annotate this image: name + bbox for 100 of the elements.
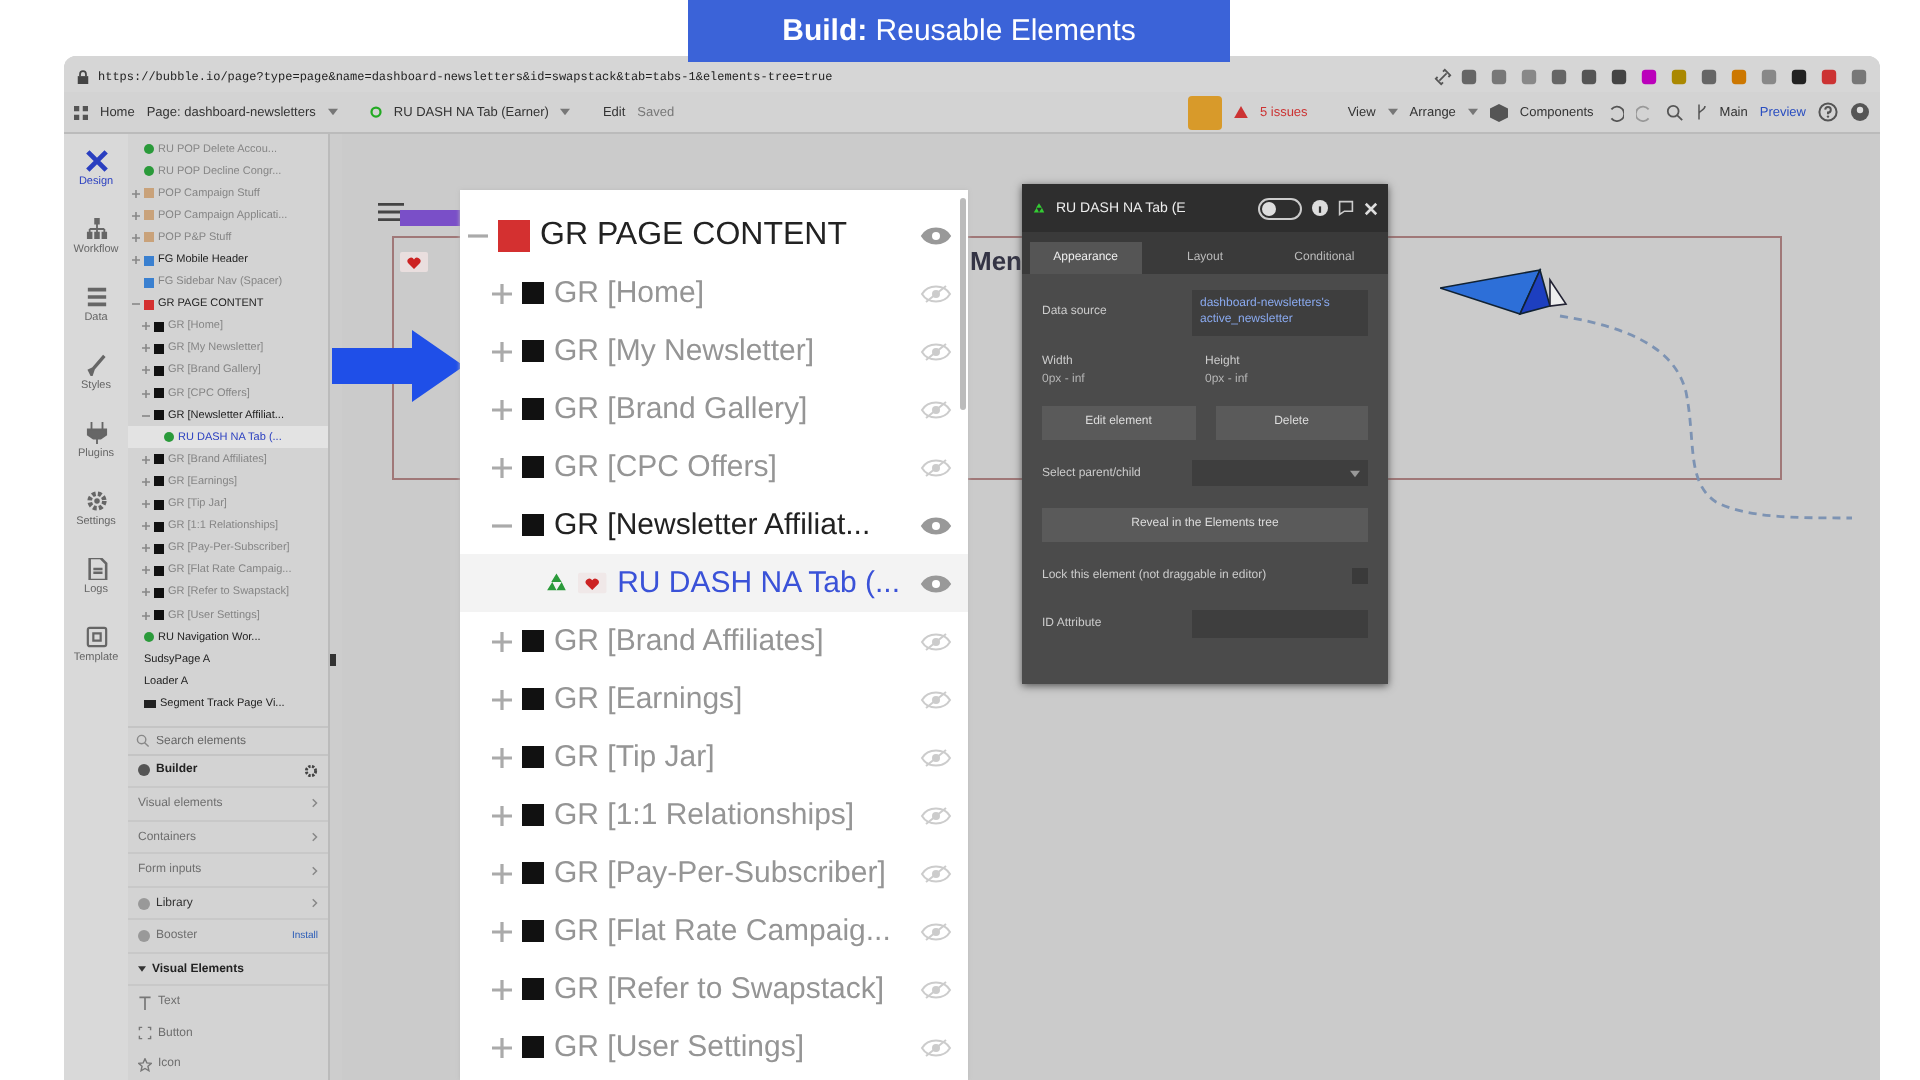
parent-child-dropdown[interactable] — [1192, 460, 1368, 487]
help-icon[interactable] — [1818, 102, 1838, 122]
canvas-heading: Men — [970, 246, 1022, 276]
square-icon — [144, 277, 154, 288]
circle-icon — [138, 930, 150, 943]
square-icon — [154, 343, 164, 354]
tree-item[interactable]: GR [Flat Rate Campaig... — [554, 914, 891, 948]
expand-icon[interactable] — [492, 399, 512, 419]
eye-icon[interactable] — [920, 573, 952, 593]
expand-icon[interactable] — [132, 189, 140, 198]
expand-icon[interactable] — [142, 544, 150, 553]
expand-icon[interactable] — [142, 477, 150, 486]
eye-icon[interactable] — [920, 515, 952, 535]
eye-slash-icon[interactable] — [920, 805, 952, 825]
grid-icon[interactable] — [74, 105, 88, 119]
expand-icon[interactable] — [142, 588, 150, 597]
tree-item[interactable]: GR PAGE CONTENT — [540, 217, 847, 253]
expand-icon[interactable] — [492, 863, 512, 883]
tree-item[interactable]: GR [1:1 Relationships] — [554, 798, 855, 832]
tree-item[interactable]: GR [Brand Affiliates] — [554, 624, 824, 658]
tree-item[interactable]: GR [Earnings] — [554, 682, 743, 716]
tree-item[interactable]: GR [Refer to Swapstack] — [554, 972, 885, 1006]
toggle-switch[interactable] — [1258, 197, 1302, 219]
expand-icon[interactable] — [142, 322, 150, 331]
expand-icon[interactable] — [142, 611, 150, 620]
button-icon — [138, 1026, 152, 1041]
square-icon — [522, 630, 544, 652]
eye-slash-icon[interactable] — [920, 1037, 952, 1057]
gear-icon[interactable] — [304, 763, 318, 778]
expand-icon[interactable] — [492, 631, 512, 651]
eye-slash-icon[interactable] — [920, 341, 952, 361]
eye-slash-icon[interactable] — [920, 863, 952, 883]
expand-icon[interactable] — [142, 344, 150, 353]
square-icon — [154, 388, 164, 399]
eye-icon[interactable] — [920, 225, 952, 245]
expand-icon[interactable] — [132, 211, 140, 220]
expand-icon[interactable] — [492, 457, 512, 477]
caret-icon[interactable] — [138, 966, 146, 973]
square-icon — [522, 688, 544, 710]
expand-icon[interactable] — [132, 256, 140, 265]
recycle-icon — [1032, 201, 1046, 215]
search-icon — [136, 734, 150, 749]
eye-slash-icon[interactable] — [920, 283, 952, 303]
circle-icon — [138, 897, 150, 910]
square-icon — [522, 340, 544, 362]
expand-icon[interactable] — [142, 522, 150, 531]
square-icon — [144, 188, 154, 199]
expand-icon[interactable] — [492, 283, 512, 303]
expand-icon[interactable] — [142, 366, 150, 375]
lock-icon — [76, 70, 90, 84]
arrow-icon — [332, 330, 464, 402]
tree-item[interactable]: GR [Newsletter Affiliat... — [554, 508, 871, 542]
expand-icon[interactable] — [142, 500, 150, 509]
avatar-icon[interactable] — [1850, 102, 1870, 122]
document-icon — [85, 557, 107, 579]
eye-slash-icon[interactable] — [920, 457, 952, 477]
tree-item[interactable]: GR [Pay-Per-Subscriber] — [554, 856, 886, 890]
eye-slash-icon[interactable] — [920, 979, 952, 999]
eye-slash-icon[interactable] — [920, 631, 952, 651]
cross-icon — [85, 149, 107, 171]
chevron-icon[interactable] — [312, 898, 318, 909]
expand-icon[interactable] — [132, 233, 140, 242]
close-icon[interactable] — [1364, 201, 1378, 215]
expand-icon[interactable] — [142, 566, 150, 575]
eye-slash-icon[interactable] — [920, 921, 952, 941]
tree-item[interactable]: GR [Home] — [554, 276, 705, 310]
info-icon[interactable] — [1312, 200, 1328, 216]
plug-icon — [85, 421, 107, 443]
expand-icon[interactable] — [492, 921, 512, 941]
square-icon — [522, 920, 544, 942]
expand-icon[interactable] — [492, 747, 512, 767]
link-icon[interactable] — [1434, 68, 1452, 86]
redo-icon[interactable] — [1635, 103, 1654, 121]
chevron-icon[interactable] — [312, 798, 318, 809]
tree-item[interactable]: GR [Brand Gallery] — [554, 392, 808, 426]
undo-icon[interactable] — [1605, 103, 1624, 121]
template-icon — [85, 625, 107, 647]
expand-icon[interactable] — [492, 805, 512, 825]
expand-icon[interactable] — [142, 455, 150, 464]
eye-slash-icon[interactable] — [920, 747, 952, 767]
search-icon[interactable] — [1665, 103, 1684, 121]
comment-icon[interactable] — [1338, 200, 1354, 216]
chevron-icon[interactable] — [312, 832, 318, 842]
square-icon — [154, 610, 164, 621]
expand-icon[interactable] — [492, 979, 512, 999]
chevron-icon[interactable] — [312, 865, 318, 876]
eye-slash-icon[interactable] — [920, 399, 952, 419]
expand-icon[interactable] — [142, 389, 150, 398]
eye-slash-icon[interactable] — [920, 689, 952, 709]
tree-item[interactable]: GR [Tip Jar] — [554, 740, 715, 774]
expand-icon[interactable] — [492, 341, 512, 361]
star-icon — [138, 1057, 152, 1072]
expand-icon[interactable] — [492, 689, 512, 709]
square-icon — [522, 456, 544, 478]
expand-icon[interactable] — [492, 1037, 512, 1057]
gift-icon[interactable] — [1187, 95, 1222, 129]
square-icon — [154, 543, 164, 554]
tree-item[interactable]: GR [CPC Offers] — [554, 450, 777, 484]
tree-item[interactable]: GR [My Newsletter] — [554, 334, 815, 368]
tree-item[interactable]: GR [User Settings] — [554, 1030, 805, 1064]
